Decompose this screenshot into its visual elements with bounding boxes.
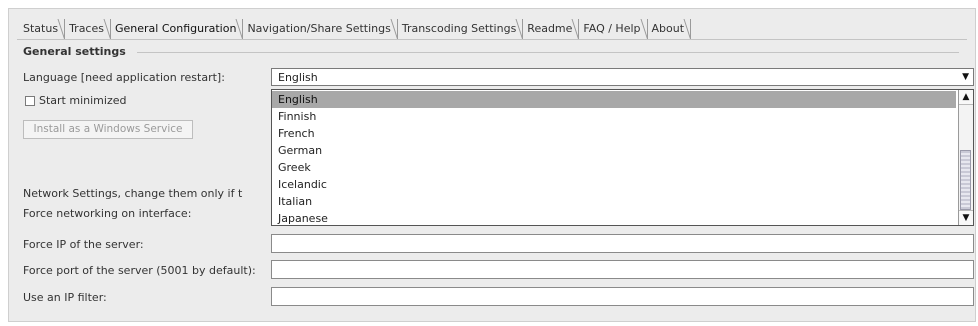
language-option[interactable]: Icelandic xyxy=(272,176,956,193)
settings-panel: Status Traces General Configuration Navi… xyxy=(8,8,976,322)
language-dropdown-list[interactable]: English Finnish French German Greek Icel… xyxy=(271,89,974,226)
language-option[interactable]: Japanese xyxy=(272,210,956,227)
install-service-button[interactable]: Install as a Windows Service xyxy=(23,120,193,139)
language-selected-value: English xyxy=(278,71,318,84)
ip-filter-input[interactable] xyxy=(271,287,974,306)
general-settings-title: General settings xyxy=(23,45,126,58)
start-minimized-label: Start minimized xyxy=(39,94,127,107)
dropdown-scrollbar[interactable]: ▲ ▼ xyxy=(958,90,973,225)
scrollbar-thumb[interactable] xyxy=(960,150,971,210)
tab-bar: Status Traces General Configuration Navi… xyxy=(19,17,692,39)
language-option[interactable]: Italian xyxy=(272,193,956,210)
tab-faq-help[interactable]: FAQ / Help xyxy=(579,19,648,39)
language-label: Language [need application restart]: xyxy=(23,71,225,84)
language-option[interactable]: English xyxy=(272,91,956,108)
tab-general-configuration[interactable]: General Configuration xyxy=(111,19,244,39)
general-settings-rule xyxy=(137,52,959,53)
language-option[interactable]: French xyxy=(272,125,956,142)
force-port-input[interactable] xyxy=(271,260,974,279)
ip-filter-label: Use an IP filter: xyxy=(23,291,107,304)
language-select[interactable]: English ▼ xyxy=(271,68,974,86)
tab-navigation-share-settings[interactable]: Navigation/Share Settings xyxy=(243,19,398,39)
language-option[interactable]: Finnish xyxy=(272,108,956,125)
scroll-up-icon[interactable]: ▲ xyxy=(959,90,973,105)
tab-transcoding-settings[interactable]: Transcoding Settings xyxy=(398,19,524,39)
tab-status[interactable]: Status xyxy=(19,19,66,39)
language-option[interactable]: Greek xyxy=(272,159,956,176)
language-option[interactable]: German xyxy=(272,142,956,159)
tab-traces[interactable]: Traces xyxy=(65,19,111,39)
tab-about[interactable]: About xyxy=(648,19,692,39)
tab-divider xyxy=(17,39,967,40)
chevron-down-icon[interactable]: ▼ xyxy=(962,72,969,82)
tab-readme[interactable]: Readme xyxy=(523,19,580,39)
scroll-down-icon[interactable]: ▼ xyxy=(959,210,973,225)
force-ip-input[interactable] xyxy=(271,234,974,253)
force-port-label: Force port of the server (5001 by defaul… xyxy=(23,264,256,277)
force-ip-label: Force IP of the server: xyxy=(23,238,144,251)
start-minimized-checkbox[interactable] xyxy=(25,96,35,106)
force-interface-label: Force networking on interface: xyxy=(23,207,192,220)
network-settings-title: Network Settings, change them only if t xyxy=(23,187,243,200)
